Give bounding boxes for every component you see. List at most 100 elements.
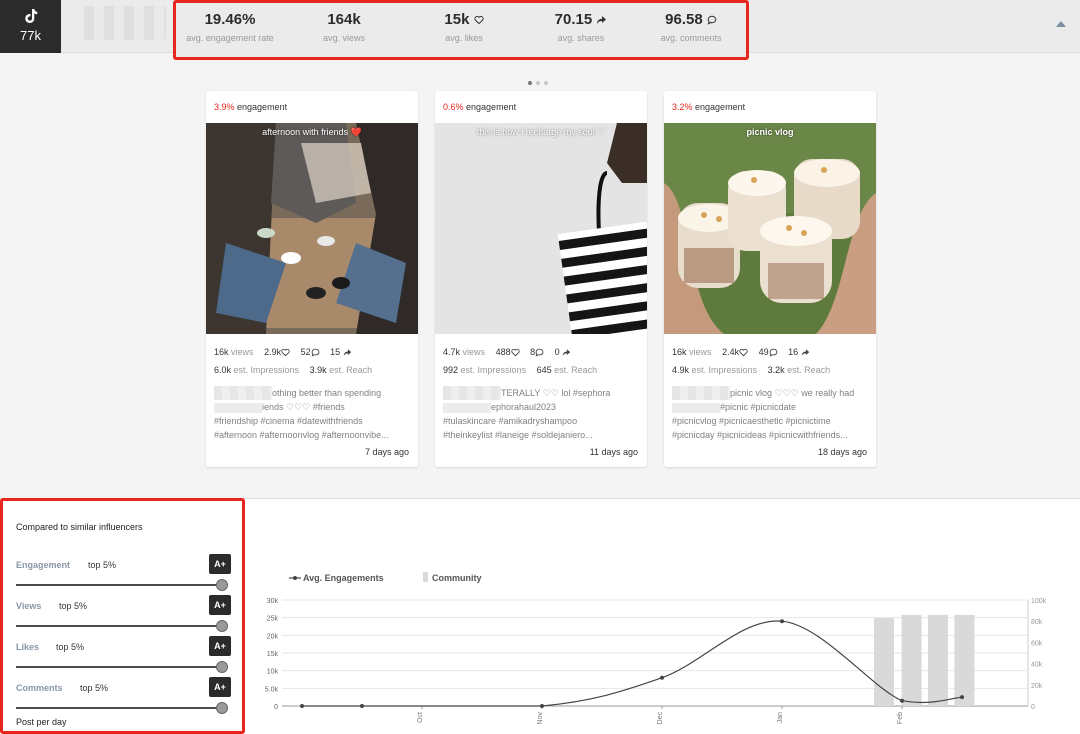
blurred-text: [214, 402, 262, 413]
post-thumbnail[interactable]: this is how i recharge my soul ♡: [435, 123, 647, 334]
share-icon: [562, 349, 571, 356]
desc-line: #picnicday #picnicideas #picnicwithfrien…: [672, 430, 848, 440]
community-bar: [874, 618, 894, 706]
desc-line: iends ♡♡♡ #friends: [262, 402, 345, 412]
y-tick-label: 10k: [267, 669, 279, 676]
rank-slider-knob[interactable]: [216, 620, 228, 632]
desc-line: picnic vlog ♡♡♡ we really had: [730, 388, 855, 398]
grade-badge: A+: [209, 554, 231, 574]
post-reach-metrics: 4.9k est. Impressions 3.2k est. Reach: [672, 365, 830, 375]
compare-metric-engagement: Engagement top 5% A+: [16, 554, 231, 594]
carousel-dot[interactable]: [544, 81, 548, 85]
rank-slider-track: [16, 625, 224, 627]
x-tick-label: Oct: [417, 712, 424, 723]
stat-comments: 96.58 avg. comments: [646, 11, 736, 43]
compare-metric-views: Views top 5% A+: [16, 595, 231, 635]
engagement-point: [900, 698, 904, 703]
shares-count: 15: [330, 347, 341, 357]
views-count: 16k: [214, 347, 229, 357]
platform-badge[interactable]: 77k: [0, 0, 61, 53]
views-label: views: [231, 347, 254, 357]
heart-icon: [281, 348, 290, 357]
x-tick-label: Dec: [657, 712, 664, 725]
reach-label: est. Reach: [554, 365, 598, 375]
stat-label: avg. likes: [445, 33, 483, 43]
stat-label: avg. engagement rate: [186, 33, 274, 43]
stat-views: 164k avg. views: [304, 11, 384, 43]
grade-badge: A+: [209, 595, 231, 615]
views-label: views: [462, 347, 486, 357]
carousel-dot[interactable]: [528, 81, 532, 85]
comment-icon: [707, 15, 717, 25]
share-icon: [801, 349, 809, 356]
engagement-pct: 3.9%: [214, 102, 235, 112]
metric-name: Engagement: [16, 560, 71, 570]
post-card[interactable]: 0.6% engagement this is how i recharge m…: [435, 91, 647, 467]
rank-slider-knob[interactable]: [216, 661, 228, 673]
carousel-dot[interactable]: [536, 81, 540, 85]
desc-line: #picnic #picnicdate: [720, 402, 797, 412]
y2-tick-label: 60k: [1031, 640, 1043, 647]
shares-count: 0: [554, 347, 560, 357]
stat-value: 96.58: [665, 11, 703, 28]
rank-slider-knob[interactable]: [216, 579, 228, 591]
post-description: picnic vlog ♡♡♡ we really had #picnic #p…: [672, 386, 870, 442]
blurred-text: [443, 402, 491, 413]
impressions-count: 4.9k: [672, 365, 690, 375]
stat-value: 164k: [327, 11, 361, 28]
post-metrics: 16k views 2.9k 52 15: [214, 347, 352, 357]
likes-count: 488: [495, 347, 511, 357]
y2-tick-label: 80k: [1031, 619, 1043, 626]
desc-line: ephorahaul2023: [491, 402, 557, 412]
legend-label: Avg. Engagements: [303, 573, 384, 583]
metric-rank: top 5%: [80, 683, 109, 693]
views-count: 4.7k: [443, 347, 461, 357]
post-thumbnail[interactable]: picnic vlog: [664, 123, 876, 334]
post-card[interactable]: 3.9% engagement afternoon with friends ❤…: [206, 91, 418, 467]
reach-count: 3.2k: [767, 365, 785, 375]
post-card[interactable]: 3.2% engagement picnic vlog 16k views 2.…: [664, 91, 876, 467]
reach-count: 3.9k: [309, 365, 327, 375]
rank-slider-knob[interactable]: [216, 702, 228, 714]
rank-slider-track: [16, 707, 224, 709]
likes-count: 2.9k: [264, 347, 282, 357]
blurred-text: [443, 386, 501, 400]
engagement-pct: 3.2%: [672, 102, 693, 112]
engagement-label: engagement: [466, 102, 517, 112]
stat-value: 70.15: [554, 11, 593, 28]
stat-label: avg. views: [322, 33, 366, 43]
tiktok-icon: [24, 9, 37, 23]
y2-tick-label: 0: [1031, 704, 1035, 711]
rank-slider-track: [16, 666, 224, 668]
heart-icon: [739, 348, 748, 357]
y-tick-label: 30k: [267, 598, 279, 605]
metric-rank: top 5%: [88, 560, 117, 570]
y2-tick-label: 40k: [1031, 662, 1043, 669]
post-description: TERALLY ♡♡ lol #sephora ephorahaul2023 #…: [443, 386, 641, 442]
post-reach-metrics: 6.0k est. Impressions 3.9k est. Reach: [214, 365, 372, 375]
blurred-text: [214, 386, 272, 400]
stat-shares: 70.15 avg. shares: [536, 11, 626, 43]
desc-line: #afternoon #afternoonvlog #afternoonvibe…: [214, 430, 389, 440]
comparison-panel: Compared to similar influencers Engageme…: [0, 498, 245, 734]
collapse-arrow-icon[interactable]: [1056, 21, 1066, 27]
grade-badge: A+: [209, 636, 231, 656]
comments-count: 49: [758, 347, 769, 357]
heart-icon: [473, 15, 484, 25]
comment-icon: [535, 348, 544, 357]
compare-metric-likes: Likes top 5% A+: [16, 636, 231, 676]
desc-line: othing better than spending: [272, 388, 382, 398]
desc-line: #friendship #cinema #datewithfriends: [214, 416, 363, 426]
grade-badge: A+: [209, 677, 231, 697]
engagement-point: [960, 695, 964, 700]
comment-icon: [769, 348, 777, 357]
community-bar: [901, 614, 922, 706]
engagement-line: 3.9% engagement: [214, 102, 287, 112]
post-age: 11 days ago: [589, 447, 638, 457]
impressions-label: est. Impressions: [460, 365, 527, 375]
carousel-pagination: [528, 72, 552, 90]
x-tick-label: Jan: [777, 712, 784, 723]
post-thumbnail[interactable]: afternoon with friends ❤️: [206, 123, 418, 334]
metric-rank: top 5%: [56, 642, 85, 652]
comments-count: 52: [300, 347, 311, 357]
